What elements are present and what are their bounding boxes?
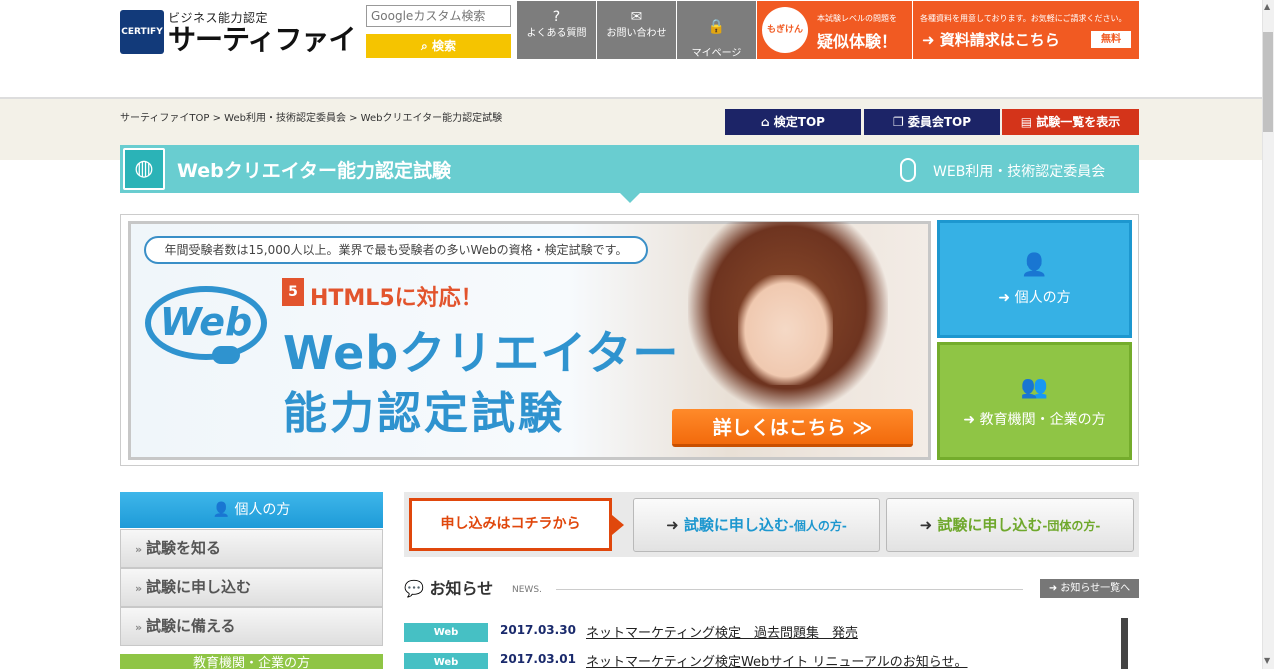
window-icon: ❐ bbox=[892, 115, 908, 129]
news-tag: Web bbox=[404, 653, 488, 669]
html5-label: HTML5に対応！ bbox=[310, 286, 483, 311]
apply-group-button[interactable]: ➜ 試験に申し込む-団体の方- bbox=[886, 498, 1134, 552]
left-menu-item-learn[interactable]: » 試験を知る bbox=[120, 529, 383, 568]
title-notch bbox=[620, 193, 640, 203]
mail-icon: ✉ bbox=[630, 9, 643, 25]
arrow-circle-icon: ➜ bbox=[922, 31, 940, 49]
document-icon: ▤ bbox=[1020, 115, 1037, 129]
chevron-right-icon: » bbox=[135, 543, 146, 556]
person-icon: 👤 bbox=[212, 502, 235, 518]
left-menu-item-apply[interactable]: » 試験に申し込む bbox=[120, 568, 383, 607]
model-face bbox=[738, 275, 833, 385]
side-link-organization[interactable]: 👥 ➜ 教育機関・企業の方 bbox=[937, 342, 1132, 460]
moken-caption: 本試験レベルの問題を bbox=[817, 14, 897, 23]
left-menu-item-prepare[interactable]: » 試験に備える bbox=[120, 607, 383, 646]
news-heading-en: NEWS. bbox=[512, 585, 542, 595]
left-menu-heading-organization: 教育機関・企業の方 bbox=[120, 654, 383, 669]
apply-individual-button[interactable]: ➜ 試験に申し込む-個人の方- bbox=[633, 498, 880, 552]
left-menu-heading: 👤 個人の方 bbox=[120, 492, 383, 528]
hero-title-line1: Webクリエイター bbox=[283, 326, 680, 380]
speech-bubble-icon: 💬 bbox=[404, 579, 430, 598]
web-logo-mouse bbox=[212, 346, 240, 364]
hero-title-line2: 能力認定試験 bbox=[283, 388, 565, 439]
moken-title: 疑似体験！ bbox=[817, 32, 898, 51]
scroll-down-icon[interactable]: ▼ bbox=[1264, 656, 1270, 665]
faq-button[interactable]: ? よくある質問 bbox=[517, 1, 596, 59]
scrollbar-thumb[interactable] bbox=[1263, 32, 1273, 132]
news-date: 2017.03.01 bbox=[500, 652, 576, 666]
breadcrumb[interactable]: サーティファイTOP > Web利用・技術認定委員会 > Webクリエイター能力… bbox=[120, 109, 502, 124]
search-icon: ⌕ bbox=[421, 39, 432, 53]
news-link[interactable]: ネットマーケティング検定 過去問題集 発売 bbox=[586, 622, 858, 641]
person-icon: 👤 bbox=[1020, 253, 1049, 278]
hero-tagline: 年間受験者数は15,000人以上。業界で最も受験者の多いWebの資格・検定試験で… bbox=[144, 236, 648, 264]
lock-icon: 🔒 bbox=[707, 19, 726, 35]
news-tag: Web bbox=[404, 623, 488, 642]
news-date: 2017.03.30 bbox=[500, 623, 576, 637]
news-scrollbar[interactable] bbox=[1121, 618, 1128, 669]
mouse-icon bbox=[900, 158, 916, 182]
page: CERTIFY ビジネス能力認定 サーティファイ ⌕ 検索 ? よくある質問 ✉… bbox=[0, 0, 1274, 669]
question-icon: ? bbox=[552, 9, 561, 25]
chevron-right-icon: » bbox=[135, 582, 146, 595]
request-banner[interactable]: 各種資料を用意しております。お気軽にご請求ください。 ➜ 資料請求はこちら 無料 bbox=[913, 1, 1139, 59]
html5-icon: 5 bbox=[282, 278, 304, 306]
arrow-right-icon bbox=[612, 515, 624, 535]
free-badge: 無料 bbox=[1091, 31, 1131, 48]
news-divider bbox=[556, 589, 1023, 590]
exam-list-button[interactable]: ▤ 試験一覧を表示 bbox=[1002, 109, 1139, 135]
search-button[interactable]: ⌕ 検索 bbox=[366, 34, 511, 58]
apply-lead-label: 申し込みはコチラから bbox=[409, 498, 612, 551]
committee-label[interactable]: WEB利用・技術認定委員会 bbox=[933, 161, 1105, 181]
certify-logo-icon[interactable]: CERTIFY bbox=[120, 10, 164, 54]
page-title: Webクリエイター能力認定試験 bbox=[177, 160, 452, 182]
committee-top-button[interactable]: ❐ 委員会TOP bbox=[864, 109, 1000, 135]
group-icon: 👥 bbox=[1020, 375, 1049, 400]
arrow-circle-icon: ➜ bbox=[666, 516, 684, 534]
news-link[interactable]: ネットマーケティング検定Webサイト リニューアルのお知らせ。 bbox=[586, 651, 968, 669]
search-input[interactable] bbox=[366, 5, 511, 27]
contact-button[interactable]: ✉ お問い合わせ bbox=[597, 1, 676, 59]
home-icon: ⌂ bbox=[761, 115, 774, 129]
request-caption: 各種資料を用意しております。お気軽にご請求ください。 bbox=[920, 14, 1127, 23]
side-link-individual[interactable]: 👤 ➜ 個人の方 bbox=[937, 220, 1132, 338]
moken-badge: もぎけん bbox=[762, 7, 808, 53]
scroll-up-icon[interactable]: ▲ bbox=[1264, 2, 1270, 11]
mypage-login-button[interactable]: 🔒 マイページ ログイン bbox=[677, 1, 756, 72]
arrow-circle-icon: ➜ bbox=[1048, 583, 1061, 594]
news-heading: 💬 お知らせ bbox=[404, 579, 494, 598]
exam-top-button[interactable]: ⌂ 検定TOP bbox=[725, 109, 861, 135]
news-all-button[interactable]: ➜ お知らせ一覧へ bbox=[1040, 579, 1139, 598]
globe-icon: ◍ bbox=[123, 148, 165, 190]
moken-banner[interactable]: もぎけん 本試験レベルの問題を 疑似体験！ bbox=[757, 1, 912, 59]
request-title: ➜ 資料請求はこちら bbox=[922, 31, 1060, 49]
arrow-circle-icon: ➜ bbox=[919, 516, 938, 534]
logo-title[interactable]: サーティファイ bbox=[168, 20, 356, 60]
web-logo-icon: Web bbox=[145, 286, 267, 360]
details-button[interactable]: 詳しくはこちら ≫ bbox=[672, 409, 913, 447]
arrow-circle-icon: ➜ bbox=[963, 412, 980, 428]
arrow-circle-icon: ➜ bbox=[998, 290, 1015, 306]
chevron-right-icon: » bbox=[135, 621, 146, 634]
